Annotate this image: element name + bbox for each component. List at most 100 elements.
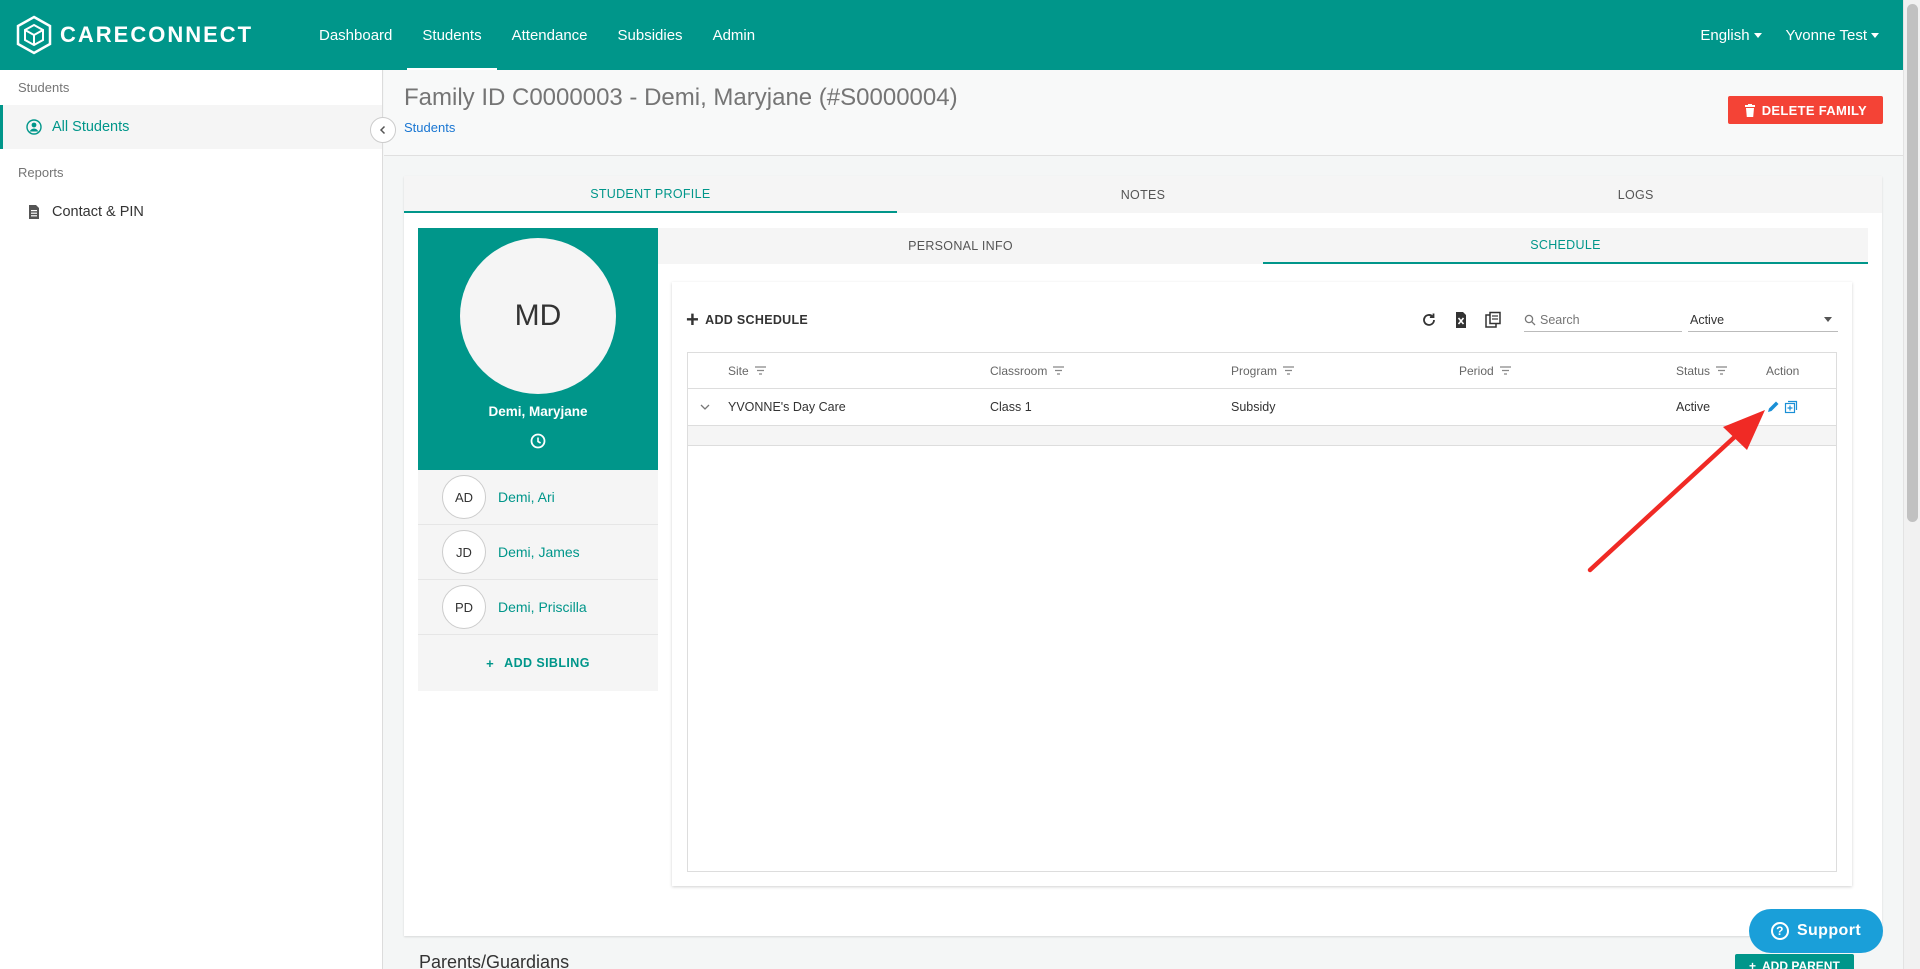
top-navbar: CARECONNECT Dashboard Students Attendanc… — [0, 0, 1903, 70]
excel-export-icon[interactable] — [1452, 311, 1470, 329]
filter-icon[interactable] — [1283, 366, 1295, 375]
siblings-list: AD Demi, Ari JD Demi, James PD Demi, Pri… — [418, 470, 658, 691]
nav-dashboard[interactable]: Dashboard — [304, 0, 407, 70]
profile-details: PERSONAL INFO SCHEDULE + ADD SCHEDULE Se… — [658, 228, 1868, 886]
column-header-action: Action — [1766, 363, 1800, 378]
scrollbar-thumb[interactable] — [1907, 4, 1918, 522]
tab-student-profile[interactable]: STUDENT PROFILE — [404, 176, 897, 213]
refresh-icon[interactable] — [1420, 311, 1438, 329]
document-icon — [29, 205, 39, 219]
search-input[interactable] — [1540, 312, 1670, 327]
tab-schedule[interactable]: SCHEDULE — [1263, 228, 1868, 264]
page-scrollbar[interactable] — [1903, 0, 1920, 969]
table-subrow — [688, 426, 1836, 446]
sidebar: Students All Students Reports Contact & … — [0, 70, 383, 969]
avatar: MD — [460, 238, 616, 394]
schedule-card: + ADD SCHEDULE Search Active Site Classr… — [672, 282, 1852, 886]
language-dropdown[interactable]: English — [1688, 27, 1773, 44]
sibling-item[interactable]: AD Demi, Ari — [418, 470, 658, 525]
status-filter-select[interactable]: Active — [1688, 308, 1838, 332]
tab-personal-info[interactable]: PERSONAL INFO — [658, 228, 1263, 264]
add-schedule-label: ADD SCHEDULE — [705, 313, 809, 327]
sibling-avatar: JD — [442, 530, 486, 574]
user-circle-icon — [26, 119, 42, 135]
user-menu[interactable]: Yvonne Test — [1774, 27, 1891, 44]
sibling-item[interactable]: PD Demi, Priscilla — [418, 580, 658, 635]
page-title: Family ID C0000003 - Demi, Maryjane (#S0… — [404, 84, 958, 111]
cell-actions — [1766, 400, 1836, 414]
main-nav: Dashboard Students Attendance Subsidies … — [304, 0, 770, 70]
expand-row-toggle[interactable] — [688, 400, 728, 414]
sidebar-item-all-students[interactable]: All Students — [0, 105, 382, 149]
add-parent-label: ADD PARENT — [1762, 959, 1840, 969]
add-parent-button[interactable]: + ADD PARENT — [1735, 954, 1854, 969]
plus-icon: + — [686, 307, 700, 332]
language-label: English — [1700, 26, 1750, 44]
profile-name: Demi, Maryjane — [488, 404, 588, 419]
column-header-program[interactable]: Program — [1231, 364, 1459, 378]
table-header: Site Classroom Program Period Status Act… — [688, 353, 1836, 389]
plus-icon: + — [1749, 959, 1757, 969]
support-button[interactable]: ? Support — [1749, 909, 1883, 953]
column-label: Period — [1459, 363, 1494, 378]
filter-icon[interactable] — [754, 366, 766, 375]
breadcrumb-students[interactable]: Students — [404, 120, 455, 135]
nav-subsidies[interactable]: Subsidies — [603, 0, 698, 70]
nav-students[interactable]: Students — [407, 0, 497, 70]
table-row[interactable]: YVONNE's Day Care Class 1 Subsidy Active — [688, 389, 1836, 426]
filter-icon[interactable] — [1499, 366, 1511, 375]
sidebar-collapse-button[interactable] — [370, 117, 396, 143]
user-name: Yvonne Test — [1785, 26, 1867, 44]
tab-notes[interactable]: NOTES — [897, 176, 1390, 213]
trash-icon — [1744, 103, 1755, 117]
copy-add-icon[interactable] — [1784, 400, 1798, 414]
chevron-down-icon — [1753, 32, 1762, 38]
add-sibling-label: ADD SIBLING — [504, 656, 590, 670]
chevron-left-icon — [379, 125, 386, 135]
sidebar-section-students: Students — [18, 80, 70, 95]
sibling-name[interactable]: Demi, Priscilla — [498, 599, 587, 615]
search-field — [1524, 308, 1682, 332]
delete-family-button[interactable]: DELETE FAMILY — [1727, 96, 1883, 124]
sibling-name[interactable]: Demi, Ari — [498, 489, 555, 505]
chevron-down-icon — [1824, 317, 1832, 322]
clock-icon[interactable] — [530, 433, 546, 449]
student-card: STUDENT PROFILE NOTES LOGS MD Demi, Mary… — [404, 176, 1882, 936]
column-header-period[interactable]: Period — [1459, 364, 1676, 378]
nav-right: English Yvonne Test — [1688, 27, 1891, 44]
sidebar-section-reports: Reports — [18, 165, 64, 180]
page-header: Family ID C0000003 - Demi, Maryjane (#S0… — [384, 70, 1903, 156]
add-schedule-button[interactable]: + ADD SCHEDULE — [686, 309, 808, 331]
columns-icon[interactable] — [1484, 311, 1502, 329]
support-label: Support — [1796, 922, 1862, 939]
careconnect-logo-icon — [16, 15, 52, 55]
brand-name: CARECONNECT — [60, 22, 254, 47]
edit-pencil-icon[interactable] — [1766, 400, 1780, 414]
sibling-name[interactable]: Demi, James — [498, 544, 580, 560]
chevron-down-icon — [1871, 32, 1879, 38]
main-tabs: STUDENT PROFILE NOTES LOGS — [404, 176, 1882, 213]
profile-panel: MD Demi, Maryjane — [418, 228, 658, 470]
column-header-site[interactable]: Site — [728, 364, 990, 378]
cell-site: YVONNE's Day Care — [728, 400, 846, 414]
sibling-avatar: PD — [442, 585, 486, 629]
nav-attendance[interactable]: Attendance — [497, 0, 603, 70]
brand-logo[interactable]: CARECONNECT — [14, 15, 304, 55]
sibling-item[interactable]: JD Demi, James — [418, 525, 658, 580]
table-tools — [1406, 311, 1502, 329]
sidebar-item-label: Contact & PIN — [52, 204, 144, 220]
add-sibling-button[interactable]: + ADD SIBLING — [418, 635, 658, 691]
cell-program: Subsidy — [1231, 400, 1276, 414]
sidebar-item-contact-pin[interactable]: Contact & PIN — [0, 190, 382, 234]
column-header-classroom[interactable]: Classroom — [990, 364, 1231, 378]
column-label: Status — [1676, 363, 1711, 378]
column-header-status[interactable]: Status — [1676, 364, 1766, 378]
tab-logs[interactable]: LOGS — [1389, 176, 1882, 213]
filter-icon[interactable] — [1053, 366, 1065, 375]
cell-classroom: Class 1 — [990, 400, 1032, 414]
column-label: Program — [1231, 363, 1278, 378]
search-icon — [1524, 314, 1536, 325]
sidebar-item-label: All Students — [52, 119, 130, 135]
filter-icon[interactable] — [1716, 366, 1728, 375]
nav-admin[interactable]: Admin — [698, 0, 771, 70]
